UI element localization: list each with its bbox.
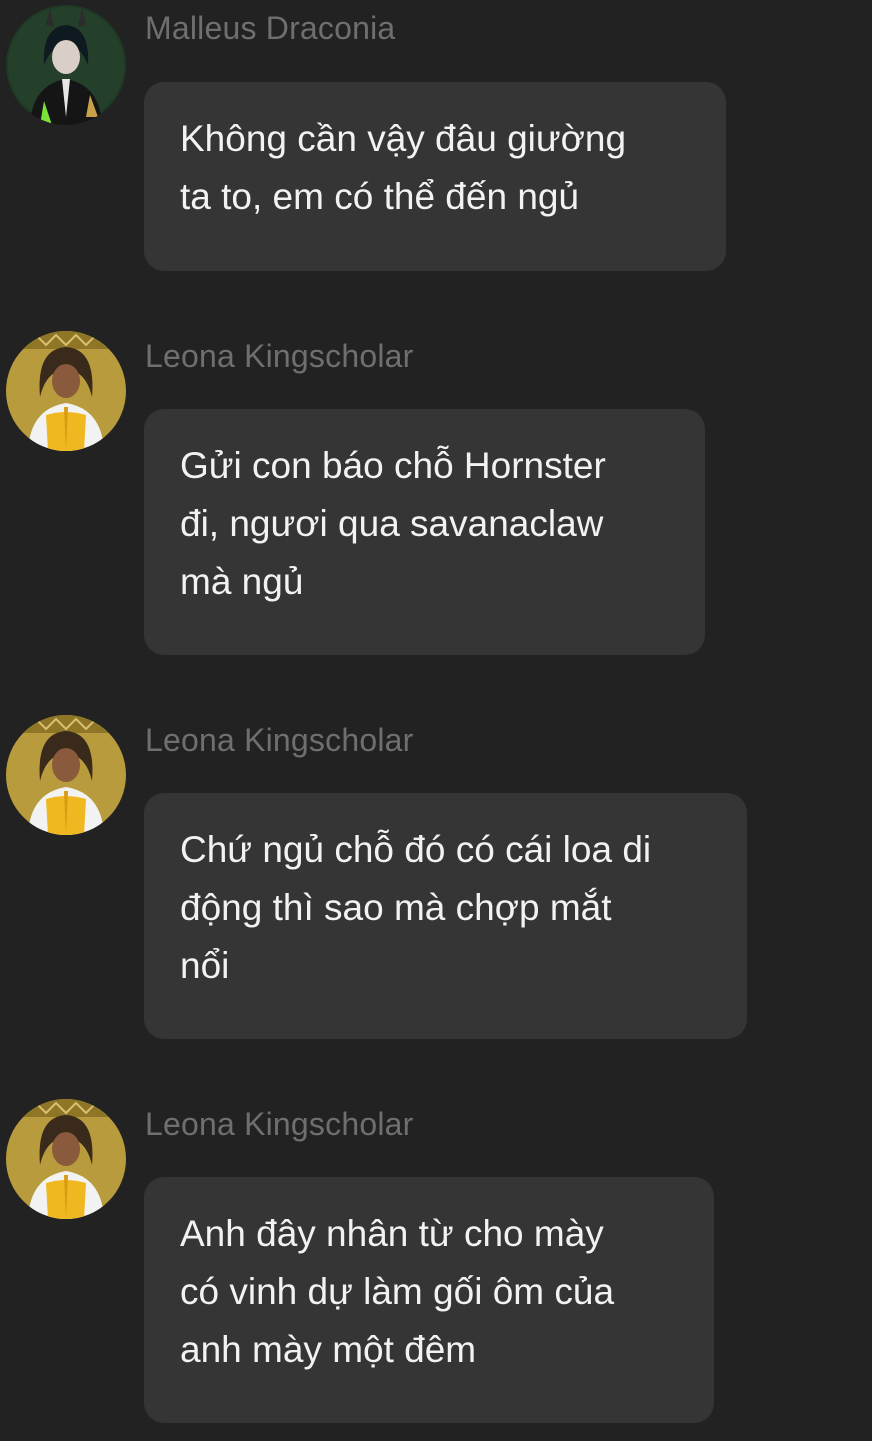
message-text: Không cần vậy đâu giường ta to, em có th… — [180, 118, 627, 217]
leona-avatar-icon[interactable] — [6, 1099, 126, 1219]
malleus-avatar-icon[interactable] — [6, 5, 126, 125]
leona-avatar-icon[interactable] — [6, 715, 126, 835]
sender-name: Malleus Draconia — [145, 10, 396, 46]
leona-avatar-icon[interactable] — [6, 331, 126, 451]
sender-name: Leona Kingscholar — [145, 722, 414, 758]
message-bubble[interactable]: Chứ ngủ chỗ đó có cái loa di động thì sa… — [144, 793, 747, 1039]
message-text: Chứ ngủ chỗ đó có cái loa di động thì sa… — [180, 829, 652, 986]
sender-name: Leona Kingscholar — [145, 1106, 414, 1142]
message-text: Anh đây nhân từ cho mày có vinh dự làm g… — [180, 1213, 615, 1370]
sender-name: Leona Kingscholar — [145, 338, 414, 374]
message-bubble[interactable]: Gửi con báo chỗ Hornster đi, ngươi qua s… — [144, 409, 705, 655]
message-bubble[interactable]: Không cần vậy đâu giường ta to, em có th… — [144, 82, 726, 271]
message-bubble[interactable]: Anh đây nhân từ cho mày có vinh dự làm g… — [144, 1177, 714, 1423]
message-text: Gửi con báo chỗ Hornster đi, ngươi qua s… — [180, 445, 606, 602]
